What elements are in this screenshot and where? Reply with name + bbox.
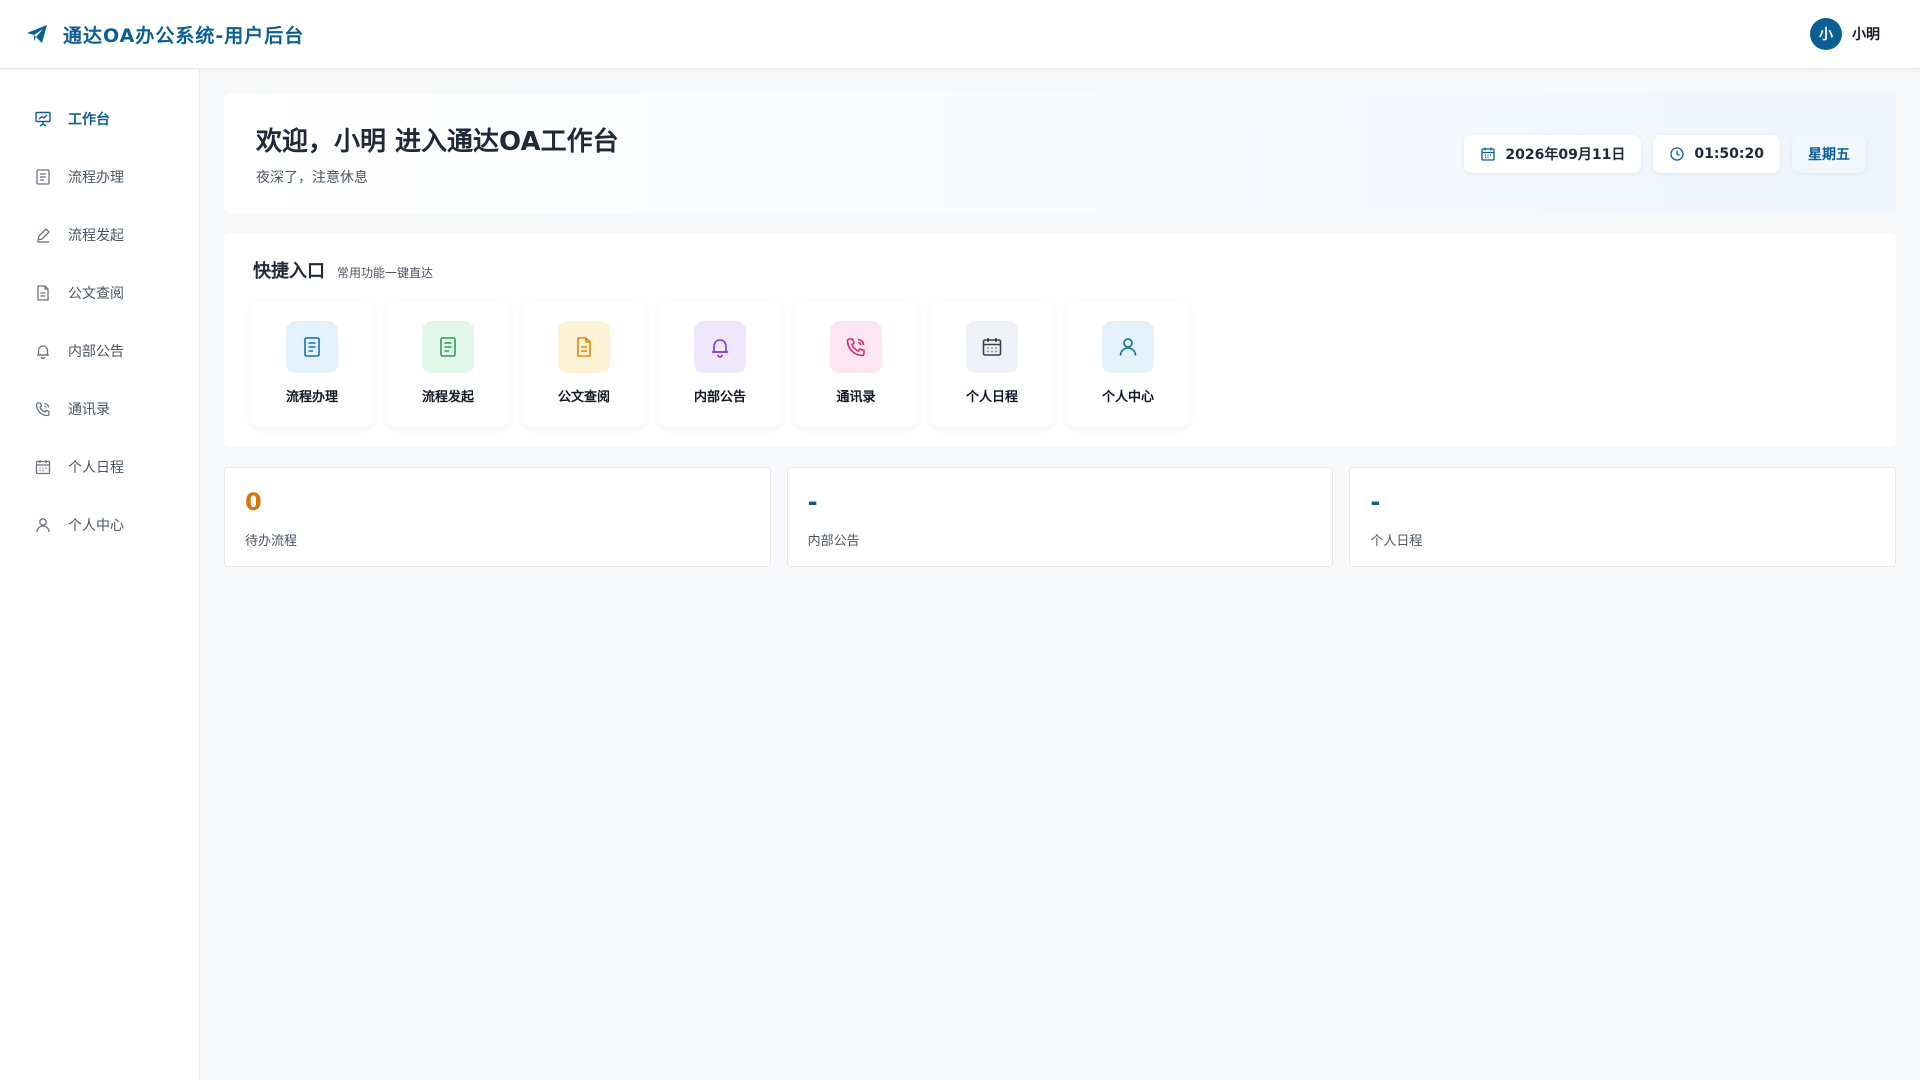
calendar-icon — [982, 338, 1002, 356]
date-pill: 2026年09月11日 — [1464, 135, 1642, 173]
sidebar-item-profile[interactable]: 个人中心 — [0, 496, 199, 554]
quick-card-label: 个人日程 — [965, 390, 1018, 405]
sidebar-item-schedule[interactable]: 个人日程 — [0, 438, 199, 496]
quick-icon-box — [286, 321, 338, 373]
sidebar-item-contacts[interactable]: 通讯录 — [0, 380, 199, 438]
phone-icon — [34, 400, 52, 418]
stat-value: - — [807, 488, 818, 516]
quick-card-process-start[interactable]: 流程发起 — [387, 301, 509, 427]
top-header: 通达OA办公系统-用户后台 小 小明 — [0, 0, 1920, 69]
stat-label: 个人日程 — [1370, 534, 1423, 549]
sidebar-item-process-handle[interactable]: 流程办理 — [0, 148, 199, 206]
stat-card-schedule[interactable]: - 个人日程 — [1349, 467, 1897, 567]
presentation-chart-icon — [34, 110, 52, 128]
sidebar-item-label: 流程办理 — [68, 170, 124, 186]
datetime-pills: 2026年09月11日 01:50:20 星期五 — [1464, 135, 1866, 173]
sidebar-item-process-start[interactable]: 流程发起 — [0, 206, 199, 264]
quick-card-label: 通讯录 — [836, 390, 876, 405]
quick-card-process-handle[interactable]: 流程办理 — [251, 301, 373, 427]
quick-card-label: 流程发起 — [421, 390, 474, 405]
quick-access-subtitle: 常用功能一键直达 — [337, 266, 434, 280]
stats-row: 0 待办流程 - 内部公告 - 个人日程 — [224, 467, 1897, 567]
stat-card-announcements[interactable]: - 内部公告 — [786, 467, 1334, 567]
quick-card-schedule[interactable]: 个人日程 — [931, 301, 1053, 427]
brand[interactable]: 通达OA办公系统-用户后台 — [25, 21, 304, 48]
pen-icon — [34, 226, 52, 244]
sidebar-item-label: 公文查阅 — [68, 286, 124, 302]
document-list-icon — [440, 337, 456, 357]
sidebar-item-announcements[interactable]: 内部公告 — [0, 322, 199, 380]
stat-card-pending-process[interactable]: 0 待办流程 — [224, 467, 771, 567]
quick-access-grid: 流程办理 流程发起 公文查阅 内部公告 通讯录 个人日程 个人中心 — [251, 301, 1189, 427]
quick-card-label: 个人中心 — [1101, 390, 1154, 405]
document-list-icon — [304, 337, 320, 357]
quick-card-profile[interactable]: 个人中心 — [1067, 301, 1189, 427]
calendar-icon — [1480, 146, 1496, 162]
quick-access-title: 快捷入口 — [253, 261, 325, 282]
quick-card-documents[interactable]: 公文查阅 — [523, 301, 645, 427]
stat-value: - — [1370, 488, 1381, 516]
main-content: 欢迎，小明 进入通达OA工作台 夜深了，注意休息 2026年09月11日 01:… — [224, 93, 1897, 567]
user-icon — [1119, 338, 1137, 356]
sidebar-item-label: 流程发起 — [68, 228, 124, 244]
quick-card-label: 公文查阅 — [557, 390, 610, 405]
app-title: 通达OA办公系统-用户后台 — [63, 24, 305, 47]
quick-card-announcements[interactable]: 内部公告 — [659, 301, 781, 427]
quick-card-label: 流程办理 — [285, 390, 338, 405]
quick-access-panel: 快捷入口 常用功能一键直达 流程办理 流程发起 公文查阅 内部公告 通讯录 个人… — [224, 233, 1896, 447]
avatar[interactable]: 小 — [1810, 18, 1842, 50]
phone-icon — [846, 338, 865, 357]
quick-icon-box — [830, 321, 882, 373]
sidebar-item-label: 工作台 — [68, 112, 110, 128]
sidebar-item-workbench[interactable]: 工作台 — [0, 90, 199, 148]
welcome-subtitle: 夜深了，注意休息 — [256, 170, 368, 186]
stat-label: 待办流程 — [245, 534, 298, 549]
calendar-icon — [34, 458, 52, 476]
quick-access-header: 快捷入口 常用功能一键直达 — [253, 257, 433, 283]
weekday-text: 星期五 — [1808, 147, 1850, 163]
bell-icon — [712, 339, 728, 358]
welcome-banner: 欢迎，小明 进入通达OA工作台 夜深了，注意休息 2026年09月11日 01:… — [224, 93, 1896, 213]
sidebar-item-label: 内部公告 — [68, 344, 124, 360]
sidebar-item-label: 个人日程 — [68, 460, 124, 476]
quick-card-label: 内部公告 — [693, 390, 746, 405]
quick-icon-box — [694, 321, 746, 373]
time-text: 01:50:20 — [1694, 146, 1764, 162]
stat-label: 内部公告 — [807, 534, 860, 549]
document-list-icon — [34, 168, 52, 186]
quick-card-contacts[interactable]: 通讯录 — [795, 301, 917, 427]
paper-plane-icon — [25, 22, 49, 46]
file-text-icon — [34, 284, 52, 302]
welcome-title: 欢迎，小明 进入通达OA工作台 — [256, 127, 619, 157]
sidebar-item-label: 通讯录 — [68, 402, 110, 418]
sidebar-item-label: 个人中心 — [68, 518, 124, 534]
sidebar: 工作台 流程办理 流程发起 公文查阅 内部公告 通讯录 个人日程 个人中心 — [0, 70, 200, 1080]
weekday-pill: 星期五 — [1792, 135, 1866, 173]
bell-icon — [34, 342, 52, 360]
user-icon — [34, 516, 52, 534]
quick-icon-box — [1102, 321, 1154, 373]
quick-icon-box — [966, 321, 1018, 373]
date-text: 2026年09月11日 — [1505, 147, 1626, 163]
user-menu[interactable]: 小 小明 — [1810, 18, 1880, 50]
quick-icon-box — [558, 321, 610, 373]
user-name[interactable]: 小明 — [1852, 24, 1880, 44]
time-pill: 01:50:20 — [1653, 135, 1780, 173]
quick-icon-box — [422, 321, 474, 373]
sidebar-item-documents[interactable]: 公文查阅 — [0, 264, 199, 322]
stat-value: 0 — [245, 488, 262, 516]
clock-icon — [1669, 146, 1685, 162]
file-text-icon — [577, 337, 591, 357]
